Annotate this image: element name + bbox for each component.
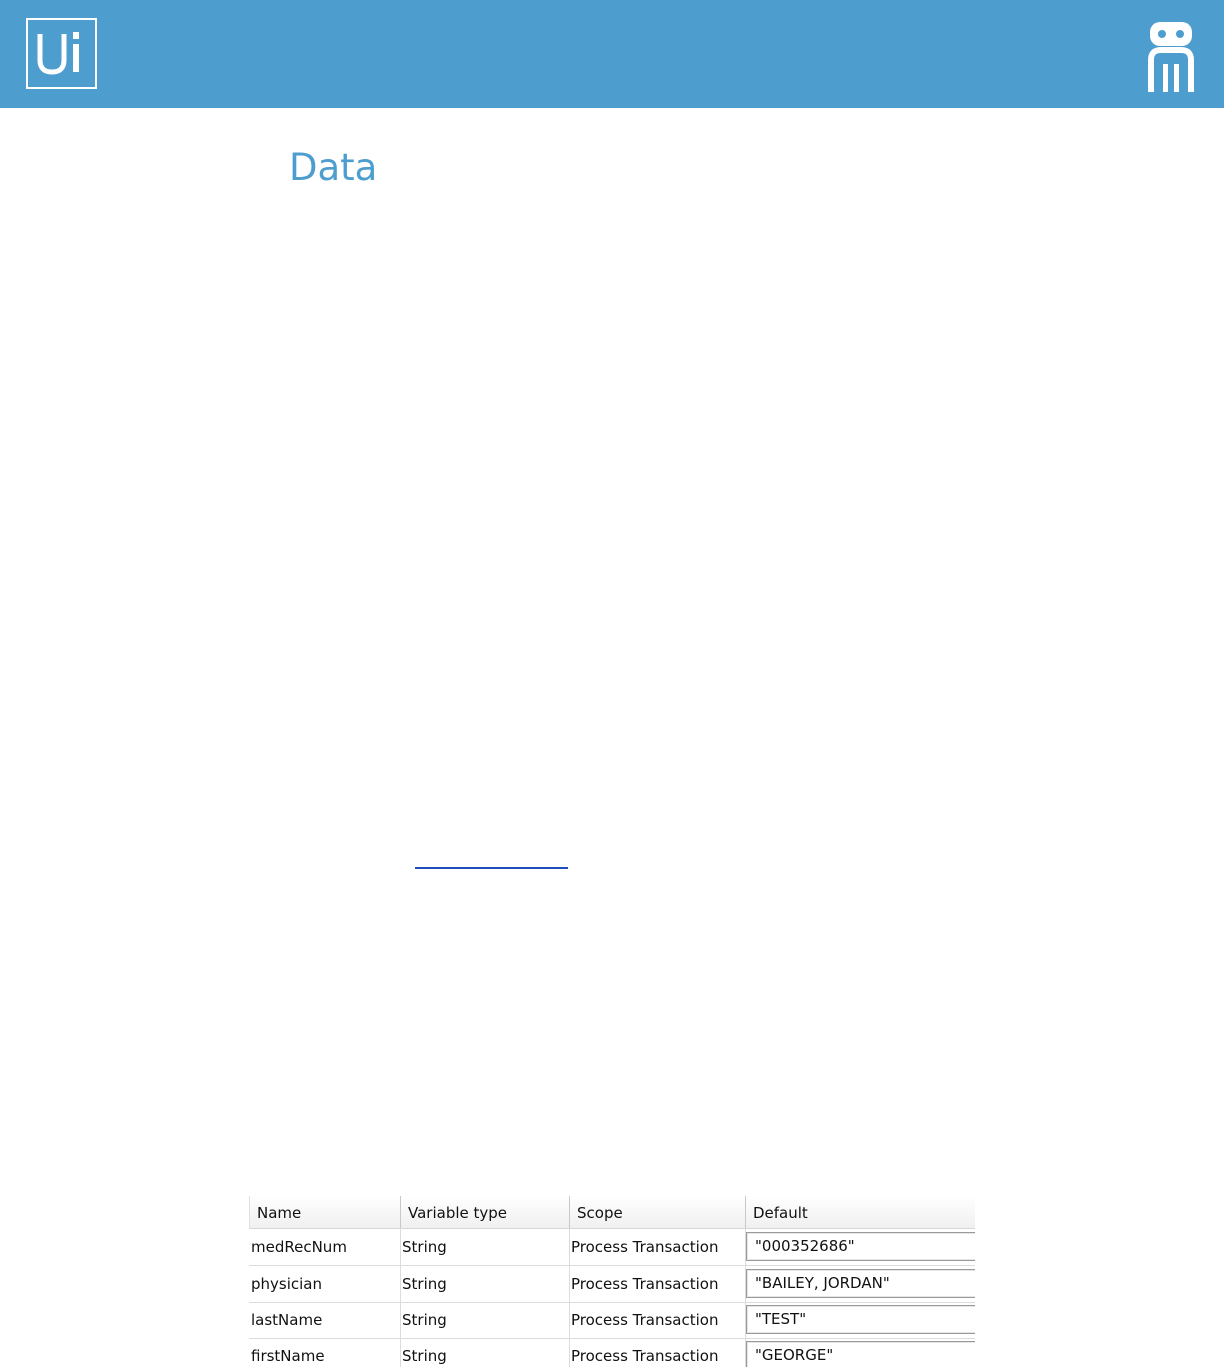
variable-type[interactable]: String	[402, 1229, 447, 1265]
table-row[interactable]: lastName String Process Transaction "TES…	[249, 1302, 975, 1339]
default-value-input[interactable]: "TEST"	[746, 1305, 975, 1334]
robot-icon[interactable]	[1146, 20, 1196, 98]
column-header-name[interactable]: Name	[249, 1196, 401, 1228]
column-header-default[interactable]: Default	[745, 1196, 975, 1228]
table-row[interactable]: firstName String Process Transaction "GE…	[249, 1338, 975, 1367]
default-value-input[interactable]: "BAILEY, JORDAN"	[746, 1269, 975, 1298]
app-header	[0, 0, 1224, 108]
variable-scope[interactable]: Process Transaction	[571, 1338, 718, 1367]
variable-type[interactable]: String	[402, 1302, 447, 1338]
variable-scope[interactable]: Process Transaction	[571, 1229, 718, 1265]
page-title: Data	[289, 146, 378, 189]
table-row[interactable]: medRecNum String Process Transaction "00…	[249, 1229, 975, 1266]
variable-scope[interactable]: Process Transaction	[571, 1302, 718, 1338]
uipath-logo[interactable]	[26, 18, 97, 89]
variable-type[interactable]: String	[402, 1266, 447, 1302]
variable-name: firstName	[251, 1347, 325, 1365]
variable-name: physician	[251, 1275, 323, 1293]
column-header-scope[interactable]: Scope	[569, 1196, 745, 1228]
default-value-input[interactable]: "GEORGE"	[746, 1341, 975, 1367]
table-row[interactable]: physician String Process Transaction "BA…	[249, 1266, 975, 1303]
variable-name: lastName	[251, 1311, 323, 1329]
variable-type[interactable]: String	[402, 1338, 447, 1367]
default-value-input[interactable]: "000352686"	[746, 1232, 975, 1261]
hyperlink-underline[interactable]	[415, 867, 568, 869]
table-header: Name Variable type Scope Default	[249, 1196, 975, 1229]
logo-mark-icon	[37, 32, 79, 75]
variable-scope[interactable]: Process Transaction	[571, 1266, 718, 1302]
column-header-variable-type[interactable]: Variable type	[400, 1196, 569, 1228]
variables-table: Name Variable type Scope Default medRecN…	[249, 1196, 975, 1367]
variable-name: medRecNum	[251, 1238, 347, 1256]
